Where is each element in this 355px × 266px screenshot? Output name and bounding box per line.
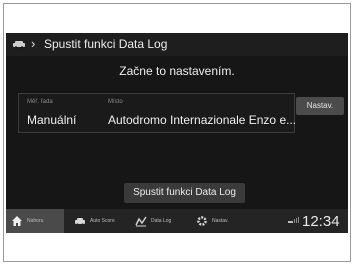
- nav-item-data-log[interactable]: Data Log: [135, 209, 171, 233]
- bottom-nav: Nahoru Auto Score Data Log Nastav. 12:34: [6, 209, 348, 233]
- car-app-icon: [13, 41, 25, 49]
- signal-icon: [288, 217, 299, 223]
- clock: 12:34: [302, 213, 340, 230]
- instruction-message: Začne to nastavením.: [119, 64, 235, 78]
- gear-icon: [197, 216, 207, 226]
- gear-field-label: Měř. řada: [27, 99, 53, 105]
- nav-item-settings[interactable]: Nastav.: [196, 209, 229, 233]
- settings-button[interactable]: Nastav.: [296, 97, 344, 115]
- car-icon: [75, 218, 85, 226]
- header-bar: › Spustit funkci Data Log: [6, 33, 348, 56]
- display-screen: › Spustit funkci Data Log Začne to nasta…: [6, 33, 348, 233]
- nav-label-settings: Nastav.: [212, 218, 229, 224]
- nav-label-home: Nahoru: [27, 218, 44, 224]
- settings-panel[interactable]: Měř. řada Manuální Místo Autodromo Inter…: [18, 93, 297, 133]
- page-title: Spustit funkci Data Log: [44, 37, 168, 51]
- data-log-icon: [135, 216, 147, 227]
- home-icon: [12, 216, 22, 226]
- nav-label-data-log: Data Log: [151, 218, 172, 224]
- place-field-label: Místo: [108, 99, 123, 105]
- place-field-value: Autodromo Internazionale Enzo e...: [108, 113, 297, 127]
- nav-item-home[interactable]: Nahoru: [6, 209, 64, 233]
- start-data-log-button[interactable]: Spustit funkci Data Log: [124, 183, 245, 203]
- nav-label-auto-score: Auto Score: [90, 218, 115, 224]
- chevron-right-icon[interactable]: ›: [31, 36, 35, 51]
- nav-item-auto-score[interactable]: Auto Score: [74, 209, 115, 233]
- gear-field-value: Manuální: [27, 113, 77, 127]
